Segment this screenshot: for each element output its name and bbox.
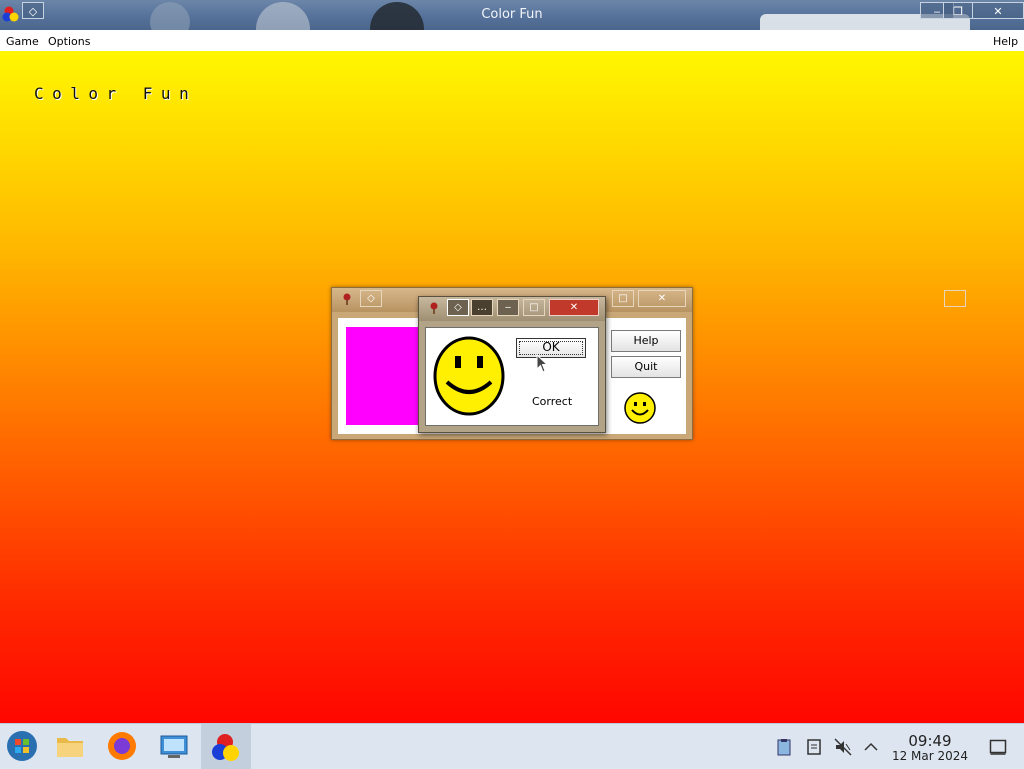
maximize-button[interactable]: □ xyxy=(523,299,545,316)
firefox-icon[interactable] xyxy=(106,730,138,762)
game-title: Color Fun xyxy=(34,84,198,103)
close-button[interactable]: ✕ xyxy=(972,2,1024,19)
close-button[interactable]: ✕ xyxy=(549,299,599,316)
keep-above-button[interactable]: ◇ xyxy=(360,290,382,307)
ok-button[interactable]: OK xyxy=(516,338,586,358)
menu-bar: Game Options Help xyxy=(0,30,1024,52)
window-title-bar[interactable]: ◇ Color Fun ‒ ❐ ✕ xyxy=(0,0,1024,30)
menu-options[interactable]: Options xyxy=(48,35,90,48)
result-dialog: ◇ … ‒ □ ✕ OK Correct xyxy=(418,296,606,433)
result-message: Correct xyxy=(532,395,573,408)
menu-help[interactable]: Help xyxy=(993,35,1018,48)
clock-date[interactable]: 12 Mar 2024 xyxy=(890,749,970,763)
keep-above-button[interactable]: ◇ xyxy=(447,299,469,316)
dialog-app-icon[interactable] xyxy=(340,292,354,306)
start-menu-icon[interactable] xyxy=(6,730,38,762)
mouse-cursor-icon xyxy=(536,354,549,373)
smiley-icon xyxy=(624,392,656,424)
file-manager-icon[interactable] xyxy=(54,730,86,762)
color-fun-task[interactable] xyxy=(201,724,251,769)
big-smiley-icon xyxy=(433,336,505,416)
minimize-button[interactable]: ‒ xyxy=(497,299,519,316)
help-button[interactable]: Help xyxy=(611,330,681,352)
network-settings-icon[interactable] xyxy=(158,730,190,762)
clipboard-icon[interactable] xyxy=(775,738,793,756)
color-fun-icon xyxy=(212,734,239,761)
notes-icon[interactable] xyxy=(805,738,823,756)
result-dialog-client: OK Correct xyxy=(425,327,599,426)
menu-button[interactable]: … xyxy=(471,299,493,316)
maximize-button[interactable]: □ xyxy=(612,290,634,307)
dialog-app-icon[interactable] xyxy=(427,301,441,315)
chevron-up-icon[interactable] xyxy=(862,738,880,756)
maximize-button[interactable] xyxy=(944,290,966,307)
show-desktop-icon[interactable] xyxy=(989,738,1007,756)
close-button[interactable]: ✕ xyxy=(638,290,686,307)
quit-button[interactable]: Quit xyxy=(611,356,681,378)
taskbar: 09:49 12 Mar 2024 xyxy=(0,723,1024,769)
color-swatch[interactable] xyxy=(346,327,424,425)
volume-muted-icon[interactable] xyxy=(834,738,852,756)
maximize-button[interactable]: ❐ xyxy=(943,2,973,19)
window-title: Color Fun xyxy=(481,7,543,22)
result-dialog-title-bar[interactable]: ◇ … ‒ □ ✕ xyxy=(419,297,605,321)
clock-time[interactable]: 09:49 xyxy=(906,732,954,750)
menu-game[interactable]: Game xyxy=(6,35,39,48)
